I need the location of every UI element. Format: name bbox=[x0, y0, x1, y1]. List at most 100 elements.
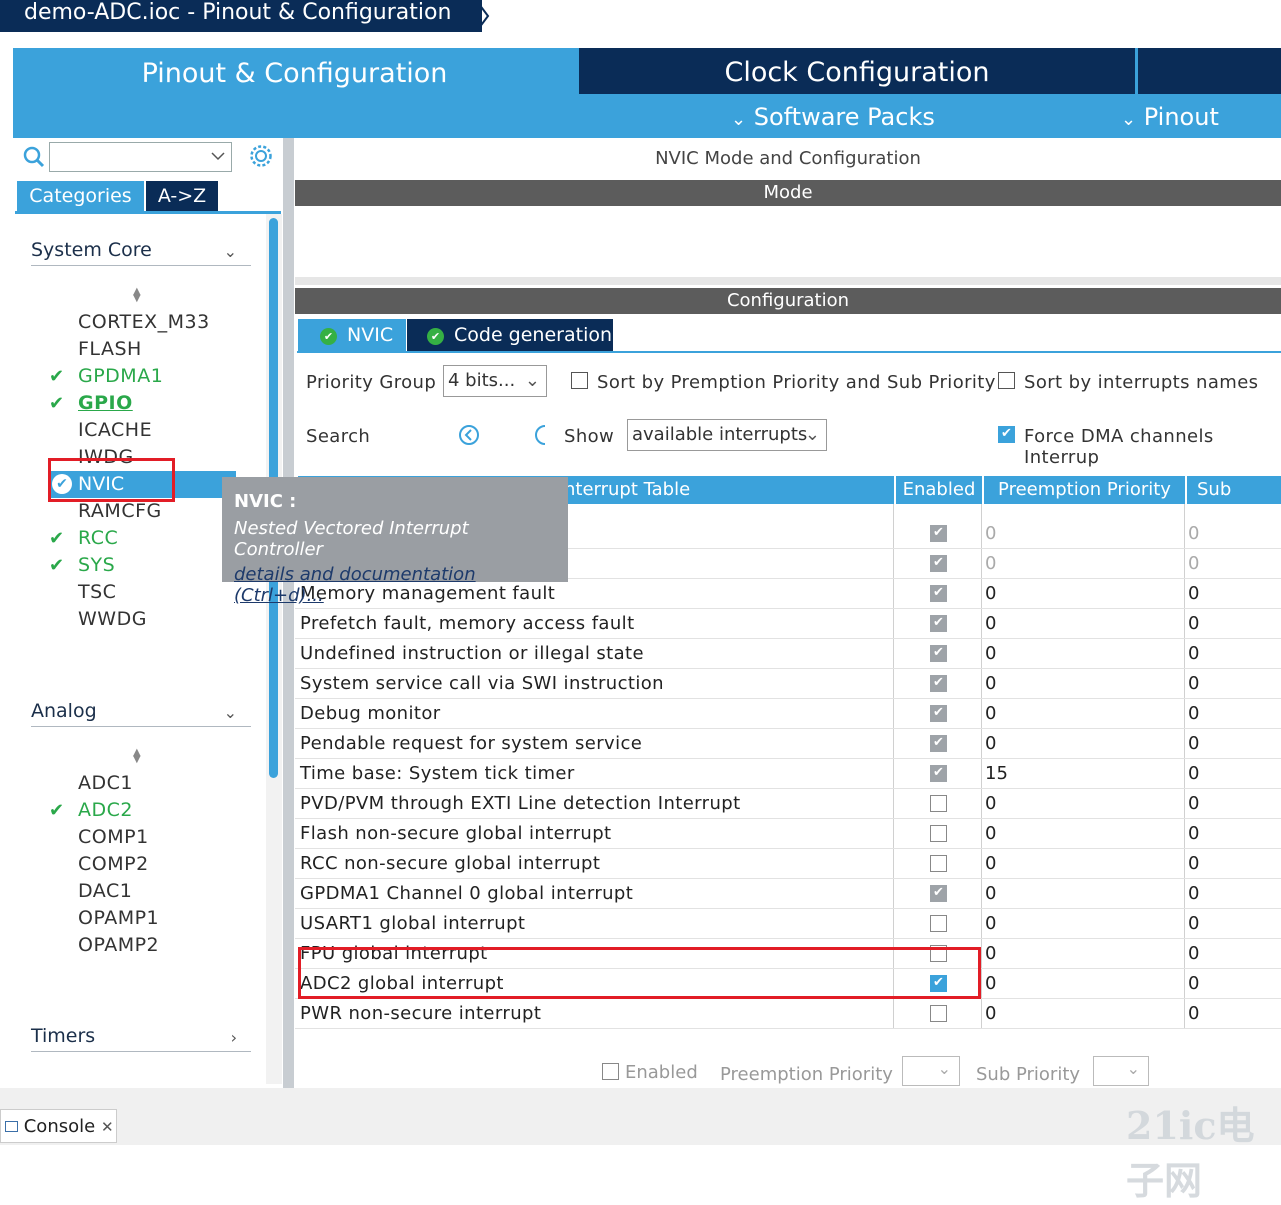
preemption-priority-value[interactable]: 0 bbox=[985, 523, 996, 544]
search-back-icon[interactable] bbox=[458, 424, 480, 446]
table-row[interactable]: RCC non-secure global interrupt 0 0 bbox=[295, 849, 1281, 879]
tooltip-link[interactable]: details and documentation (Ctrl+d)... bbox=[234, 564, 556, 606]
preemption-priority-value[interactable]: 0 bbox=[985, 1003, 996, 1024]
tab-code-generation[interactable]: ✔ Code generation bbox=[407, 319, 613, 351]
sidebar-item-opamp2[interactable]: OPAMP2 bbox=[78, 932, 159, 959]
sidebar-item-opamp1[interactable]: OPAMP1 bbox=[78, 905, 159, 932]
section-analog[interactable]: Analog ⌄ bbox=[31, 697, 251, 727]
priority-group-select[interactable]: 4 bits... ⌄ bbox=[443, 365, 547, 397]
table-row[interactable]: GPDMA1 Channel 0 global interrupt ✔ 0 0 bbox=[295, 879, 1281, 909]
tab-clock-configuration[interactable]: Clock Configuration bbox=[579, 48, 1135, 94]
search-input[interactable] bbox=[49, 142, 232, 172]
sub-priority-value[interactable]: 0 bbox=[1188, 823, 1199, 844]
enabled-checkbox[interactable] bbox=[930, 855, 947, 872]
sub-priority-value[interactable]: 0 bbox=[1188, 553, 1199, 574]
preemption-priority-value[interactable]: 0 bbox=[985, 973, 996, 994]
enabled-checkbox[interactable]: ✔ bbox=[930, 675, 947, 692]
enabled-checkbox[interactable] bbox=[930, 1005, 947, 1022]
sub-priority-value[interactable]: 0 bbox=[1188, 703, 1199, 724]
preemption-priority-value[interactable]: 0 bbox=[985, 883, 996, 904]
software-packs-menu[interactable]: ⌄ Software Packs bbox=[731, 100, 935, 137]
console-tab[interactable]: Console ✕ bbox=[0, 1109, 117, 1143]
enabled-checkbox[interactable]: ✔ bbox=[930, 555, 947, 572]
sidebar-item-comp1[interactable]: COMP1 bbox=[78, 824, 149, 851]
enabled-checkbox[interactable] bbox=[930, 915, 947, 932]
sidebar-item-flash[interactable]: FLASH bbox=[78, 336, 142, 363]
table-row[interactable]: PWR non-secure interrupt 0 0 bbox=[295, 999, 1281, 1029]
sub-priority-value[interactable]: 0 bbox=[1188, 943, 1199, 964]
table-row[interactable]: USART1 global interrupt 0 0 bbox=[295, 909, 1281, 939]
gear-icon[interactable] bbox=[249, 144, 273, 168]
sort-names-checkbox[interactable] bbox=[998, 372, 1015, 389]
footer-enabled-checkbox[interactable] bbox=[602, 1063, 619, 1080]
sidebar-item-icache[interactable]: ICACHE bbox=[78, 417, 152, 444]
enabled-checkbox[interactable] bbox=[930, 825, 947, 842]
enabled-checkbox[interactable]: ✔ bbox=[930, 525, 947, 542]
table-row[interactable]: Pendable request for system service ✔ 0 0 bbox=[295, 729, 1281, 759]
enabled-checkbox[interactable]: ✔ bbox=[930, 735, 947, 752]
preemption-priority-value[interactable]: 0 bbox=[985, 823, 996, 844]
preemption-priority-value[interactable]: 0 bbox=[985, 583, 996, 604]
preemption-priority-value[interactable]: 0 bbox=[985, 913, 996, 934]
sub-priority-value[interactable]: 0 bbox=[1188, 793, 1199, 814]
sub-priority-value[interactable]: 0 bbox=[1188, 913, 1199, 934]
preemption-priority-value[interactable]: 15 bbox=[985, 763, 1008, 784]
tab-categories[interactable]: Categories bbox=[17, 181, 144, 211]
footer-preemption-select[interactable]: ⌄ bbox=[902, 1056, 960, 1086]
sidebar-item-dac1[interactable]: DAC1 bbox=[78, 878, 132, 905]
sidebar-item-cortex-m33[interactable]: CORTEX_M33 bbox=[78, 309, 210, 336]
sub-priority-value[interactable]: 0 bbox=[1188, 883, 1199, 904]
force-dma-checkbox[interactable]: ✔ bbox=[998, 426, 1015, 443]
table-row[interactable]: Time base: System tick timer ✔ 15 0 bbox=[295, 759, 1281, 789]
sort-premption-checkbox[interactable] bbox=[571, 372, 588, 389]
column-enabled[interactable]: Enabled bbox=[896, 476, 982, 504]
enabled-checkbox[interactable] bbox=[930, 795, 947, 812]
sidebar-item-gpio[interactable]: GPIO bbox=[78, 390, 133, 417]
sidebar-item-adc2[interactable]: ADC2 bbox=[78, 797, 133, 824]
preemption-priority-value[interactable]: 0 bbox=[985, 673, 996, 694]
sub-priority-value[interactable]: 0 bbox=[1188, 733, 1199, 754]
splitter[interactable] bbox=[283, 138, 294, 1088]
table-row[interactable]: Debug monitor ✔ 0 0 bbox=[295, 699, 1281, 729]
pinout-menu[interactable]: ⌄ Pinout bbox=[1121, 100, 1219, 137]
enabled-checkbox[interactable]: ✔ bbox=[930, 585, 947, 602]
sub-priority-value[interactable]: 0 bbox=[1188, 853, 1199, 874]
tab-nvic[interactable]: ✔ NVIC bbox=[298, 319, 406, 351]
tab-pinout-configuration[interactable]: Pinout & Configuration bbox=[13, 48, 576, 138]
enabled-checkbox[interactable]: ✔ bbox=[930, 645, 947, 662]
sort-icon[interactable]: ▲ ▼ bbox=[133, 287, 141, 304]
enabled-checkbox[interactable]: ✔ bbox=[930, 705, 947, 722]
section-timers[interactable]: Timers › bbox=[31, 1022, 251, 1052]
sub-priority-value[interactable]: 0 bbox=[1188, 583, 1199, 604]
sidebar-item-wwdg[interactable]: WWDG bbox=[78, 606, 147, 633]
sidebar-item-comp2[interactable]: COMP2 bbox=[78, 851, 149, 878]
sidebar-item-rcc[interactable]: RCC bbox=[78, 525, 118, 552]
enabled-checkbox[interactable]: ✔ bbox=[930, 885, 947, 902]
close-icon[interactable]: ✕ bbox=[101, 1118, 114, 1136]
preemption-priority-value[interactable]: 0 bbox=[985, 613, 996, 634]
sort-icon[interactable]: ▲ ▼ bbox=[133, 748, 141, 765]
search-icon[interactable] bbox=[23, 146, 45, 168]
table-row[interactable]: PVD/PVM through EXTI Line detection Inte… bbox=[295, 789, 1281, 819]
tab-a-z[interactable]: A->Z bbox=[146, 181, 218, 211]
enabled-checkbox[interactable]: ✔ bbox=[930, 765, 947, 782]
preemption-priority-value[interactable]: 0 bbox=[985, 793, 996, 814]
sub-priority-value[interactable]: 0 bbox=[1188, 613, 1199, 634]
table-row[interactable]: Undefined instruction or illegal state ✔ 0… bbox=[295, 639, 1281, 669]
table-row[interactable]: Prefetch fault, memory access fault ✔ 0 0 bbox=[295, 609, 1281, 639]
sidebar-item-adc1[interactable]: ADC1 bbox=[78, 770, 133, 797]
sub-priority-value[interactable]: 0 bbox=[1188, 673, 1199, 694]
sub-priority-value[interactable]: 0 bbox=[1188, 973, 1199, 994]
preemption-priority-value[interactable]: 0 bbox=[985, 643, 996, 664]
tab-more[interactable] bbox=[1138, 48, 1281, 94]
preemption-priority-value[interactable]: 0 bbox=[985, 853, 996, 874]
table-row[interactable]: System service call via SWI instruction ✔… bbox=[295, 669, 1281, 699]
footer-sub-select[interactable]: ⌄ bbox=[1093, 1056, 1149, 1086]
search-forward-icon[interactable] bbox=[535, 424, 547, 446]
sub-priority-value[interactable]: 0 bbox=[1188, 643, 1199, 664]
preemption-priority-value[interactable]: 0 bbox=[985, 553, 996, 574]
preemption-priority-value[interactable]: 0 bbox=[985, 703, 996, 724]
sub-priority-value[interactable]: 0 bbox=[1188, 523, 1199, 544]
show-select[interactable]: available interrupts ⌄ bbox=[627, 419, 827, 451]
sidebar-item-ramcfg[interactable]: RAMCFG bbox=[78, 498, 162, 525]
